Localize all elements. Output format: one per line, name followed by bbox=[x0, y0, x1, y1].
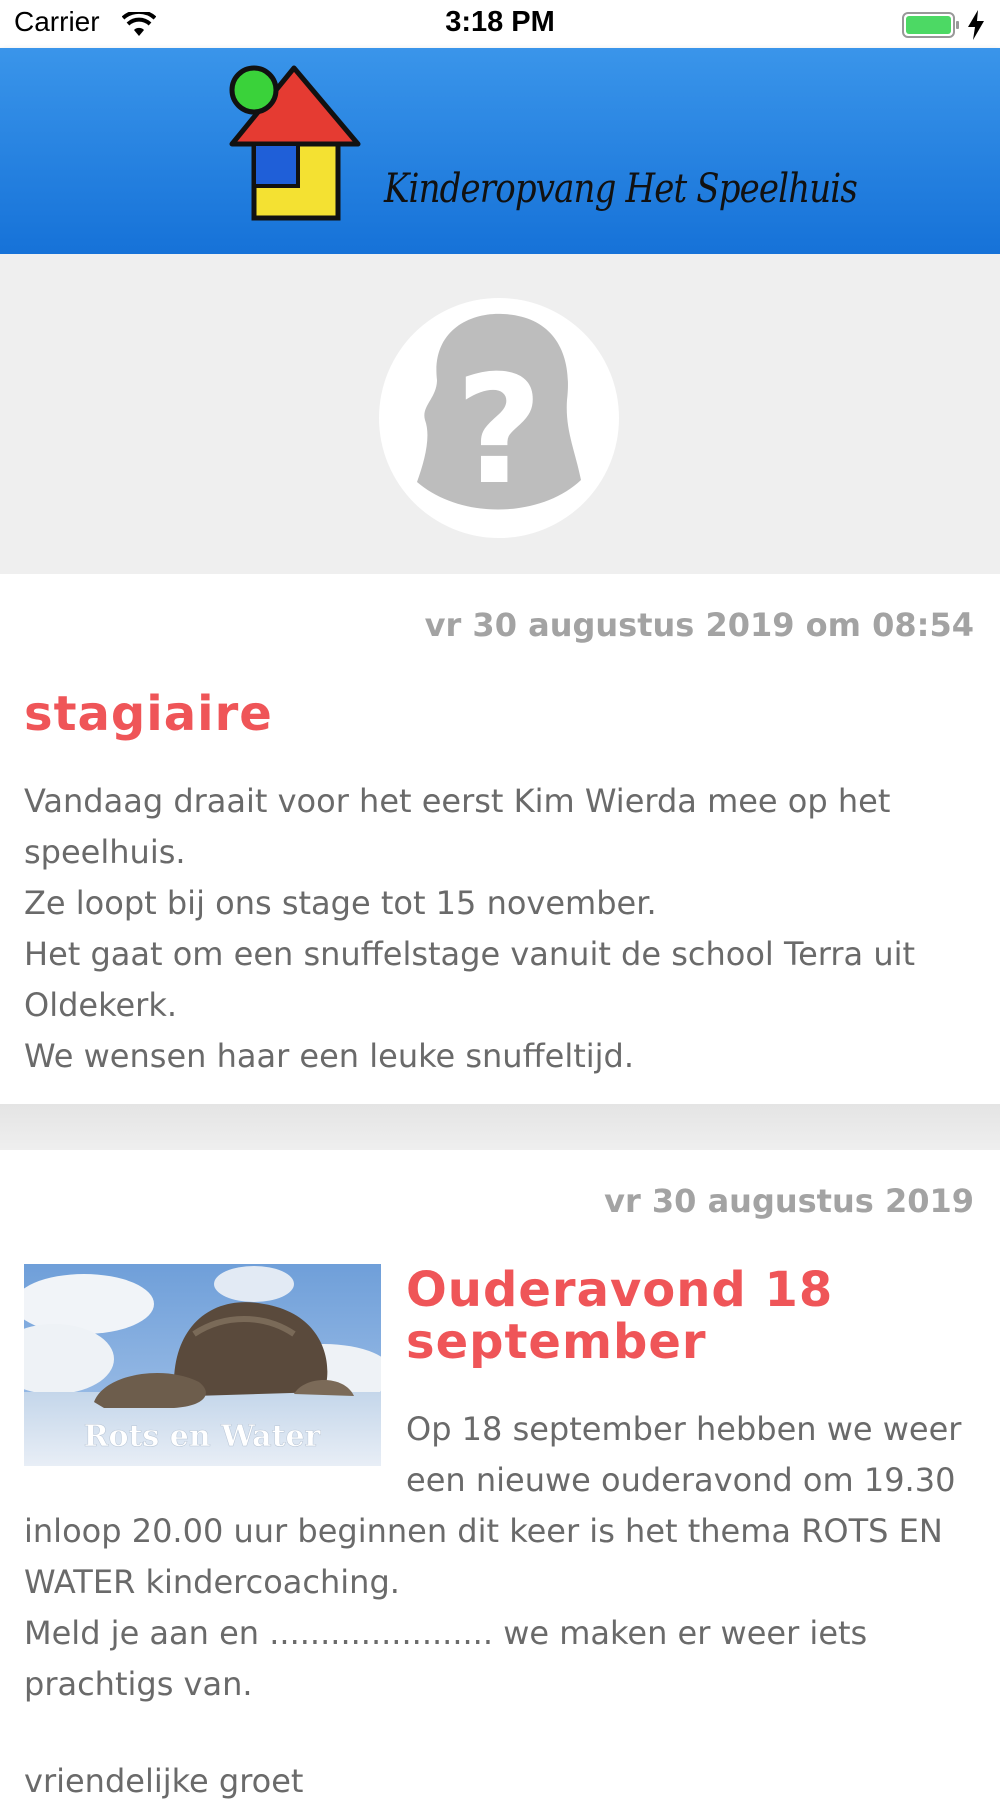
news-post[interactable]: vr 30 augustus 2019 om 08:54 stagiaire V… bbox=[0, 574, 1000, 1104]
clock-time: 3:18 PM bbox=[445, 6, 555, 38]
post-body: Vandaag draait voor het eerst Kim Wierda… bbox=[24, 782, 916, 1075]
unknown-person-icon: ? bbox=[417, 313, 581, 518]
charging-bolt-icon bbox=[968, 10, 984, 40]
post-body-wrap-1: Op 18 september hebben we weer bbox=[406, 1410, 962, 1448]
post-title-line-2: september bbox=[406, 1314, 707, 1370]
post-body-tail: vriendelijke groet bbox=[24, 1762, 304, 1800]
post-image[interactable]: Rots en Water bbox=[24, 1264, 381, 1466]
post-title: Ouderavond 18 september bbox=[406, 1264, 976, 1368]
svg-text:?: ? bbox=[455, 344, 542, 518]
brand-name: Kinderopvang Het Speelhuis bbox=[384, 166, 858, 212]
post-date: vr 30 augustus 2019 bbox=[604, 1182, 974, 1220]
profile-section: ? bbox=[0, 254, 1000, 574]
post-title-line-1: Ouderavond 18 bbox=[406, 1262, 834, 1318]
news-post[interactable]: vr 30 augustus 2019 Rots en Water Oudera… bbox=[0, 1150, 1000, 1800]
speelhuis-logo bbox=[229, 65, 361, 221]
rocks-water-image: Rots en Water bbox=[24, 1264, 381, 1466]
battery-icon bbox=[902, 12, 959, 38]
post-date: vr 30 augustus 2019 om 08:54 bbox=[424, 606, 974, 644]
post-divider bbox=[0, 1104, 1000, 1150]
post-body: inloop 20.00 uur beginnen dit keer is he… bbox=[24, 1512, 943, 1703]
status-bar: Carrier 3:18 PM bbox=[0, 0, 1000, 48]
avatar[interactable]: ? bbox=[379, 298, 619, 538]
image-caption: Rots en Water bbox=[84, 1419, 322, 1454]
post-body-wrap-2: een nieuwe ouderavond om 19.30 bbox=[406, 1461, 956, 1499]
app-header: Kinderopvang Het Speelhuis bbox=[0, 48, 1000, 254]
post-title: stagiaire bbox=[24, 686, 273, 742]
